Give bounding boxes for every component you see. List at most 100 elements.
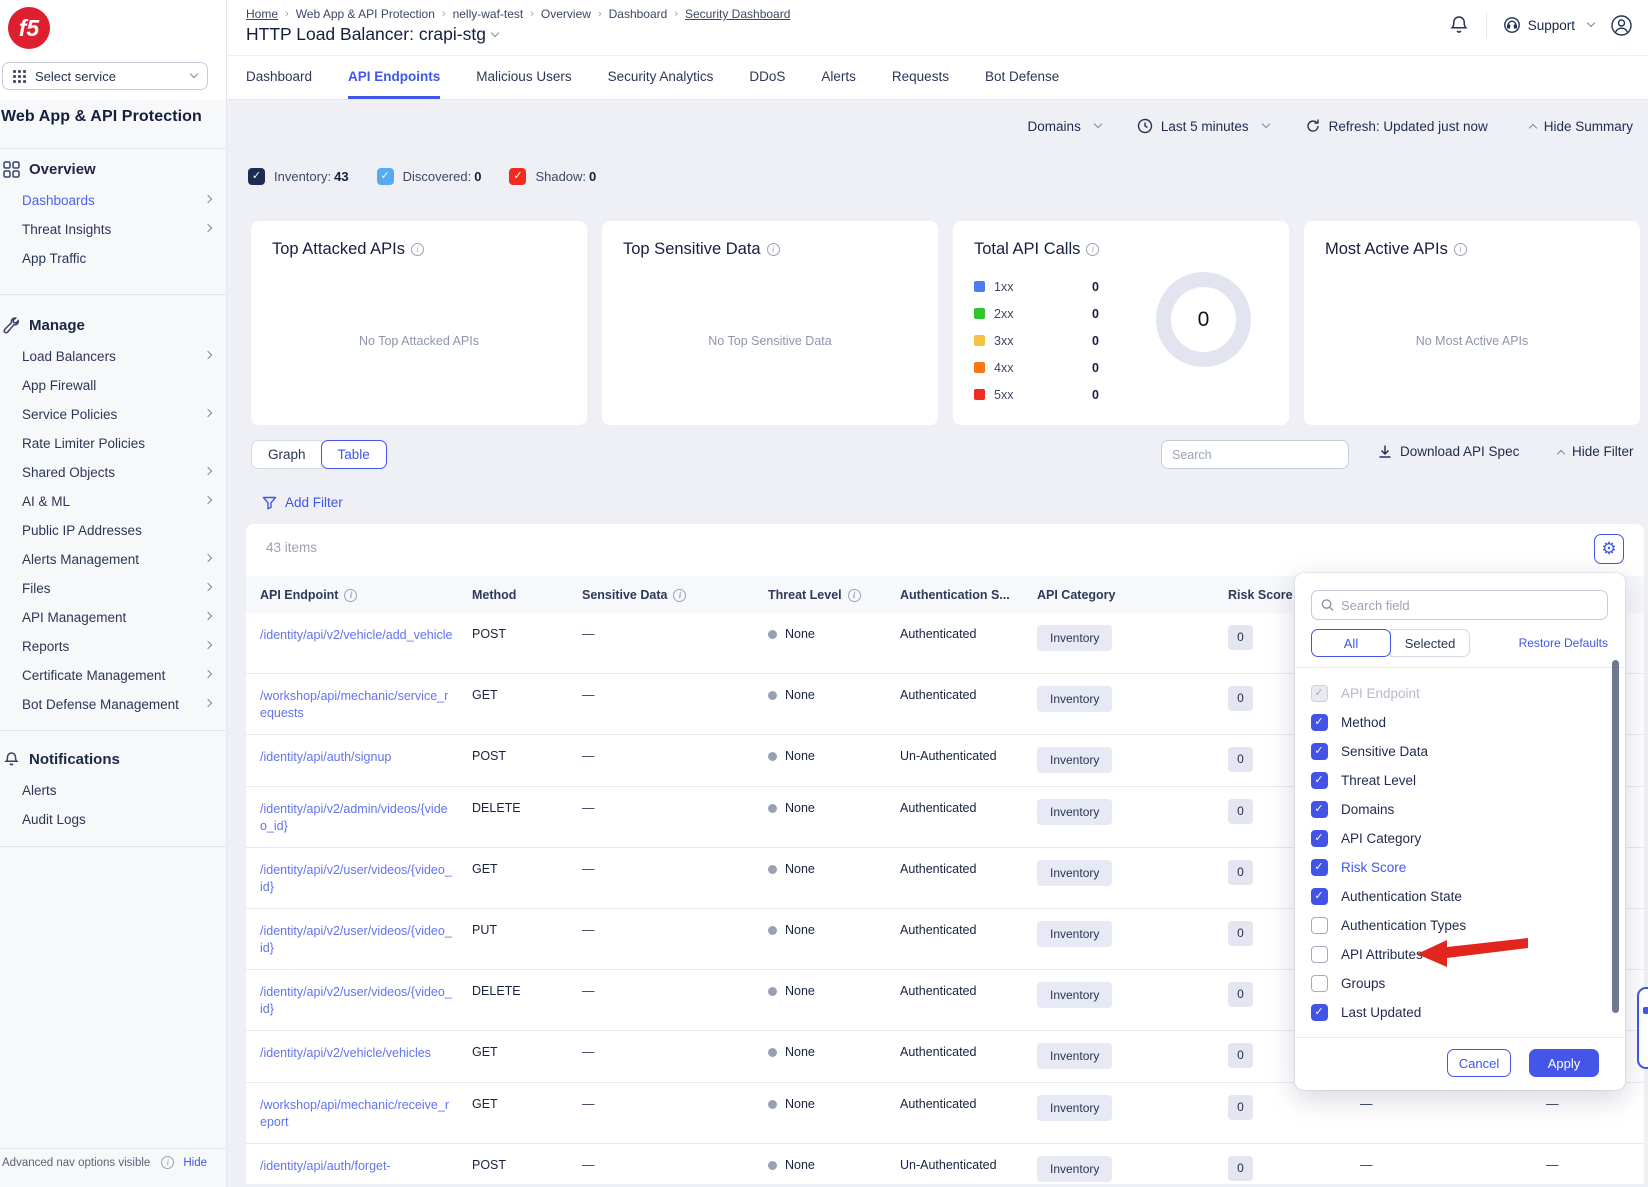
sidebar-item-files[interactable]: Files bbox=[0, 574, 227, 603]
checkbox-icon[interactable] bbox=[1311, 1004, 1328, 1021]
sidebar-item-reports[interactable]: Reports bbox=[0, 632, 227, 661]
field-search[interactable] bbox=[1311, 590, 1608, 620]
info-icon[interactable] bbox=[673, 589, 686, 602]
checkbox-icon[interactable] bbox=[1311, 859, 1328, 876]
endpoint-link[interactable]: /workshop/api/mechanic/receive_report bbox=[260, 1083, 472, 1143]
account-icon[interactable] bbox=[1610, 14, 1633, 37]
checkbox-icon[interactable] bbox=[1311, 743, 1328, 760]
sidebar-item-alerts-management[interactable]: Alerts Management bbox=[0, 545, 227, 574]
sidebar-item-audit-logs[interactable]: Audit Logs bbox=[0, 805, 227, 834]
info-icon[interactable] bbox=[767, 243, 780, 256]
checkbox-icon[interactable] bbox=[1311, 888, 1328, 905]
restore-defaults-link[interactable]: Restore Defaults bbox=[1519, 636, 1608, 650]
field-checkbox-last-updated[interactable]: Last Updated bbox=[1311, 998, 1596, 1027]
table-view-button[interactable]: Table bbox=[321, 440, 387, 469]
info-icon[interactable] bbox=[344, 589, 357, 602]
tab-ddos[interactable]: DDoS bbox=[749, 56, 785, 99]
sidebar-item-dashboards[interactable]: Dashboards bbox=[0, 186, 227, 215]
sidebar-item-alerts[interactable]: Alerts bbox=[0, 776, 227, 805]
hide-summary-toggle[interactable]: Hide Summary bbox=[1524, 119, 1633, 134]
endpoint-search[interactable] bbox=[1161, 440, 1349, 469]
cancel-button[interactable]: Cancel bbox=[1447, 1049, 1511, 1077]
refresh-button[interactable]: Refresh: Updated just now bbox=[1305, 118, 1488, 134]
info-icon[interactable] bbox=[848, 589, 861, 602]
endpoint-link[interactable]: /identity/api/auth/forget- bbox=[260, 1144, 472, 1184]
tab-selected[interactable]: Selected bbox=[1390, 629, 1470, 657]
chevron-down-icon[interactable] bbox=[491, 28, 499, 36]
sidebar-item-service-policies[interactable]: Service Policies bbox=[0, 400, 227, 429]
tab-dashboard[interactable]: Dashboard bbox=[246, 56, 312, 99]
domains-dropdown[interactable]: Domains bbox=[1028, 119, 1101, 134]
graph-view-button[interactable]: Graph bbox=[251, 440, 322, 469]
sidebar-item-shared-objects[interactable]: Shared Objects bbox=[0, 458, 227, 487]
sidebar-item-bot-defense-management[interactable]: Bot Defense Management bbox=[0, 690, 227, 719]
checkbox-icon[interactable] bbox=[1311, 946, 1328, 963]
endpoint-link[interactable]: /identity/api/v2/vehicle/vehicles bbox=[260, 1031, 472, 1082]
endpoint-link[interactable]: /workshop/api/mechanic/service_requests bbox=[260, 674, 472, 734]
sidebar-item-certificate-management[interactable]: Certificate Management bbox=[0, 661, 227, 690]
checkbox-icon[interactable] bbox=[1311, 975, 1328, 992]
breadcrumb-item[interactable]: Overview bbox=[541, 7, 591, 21]
add-filter-button[interactable]: Add Filter bbox=[262, 495, 343, 510]
checkbox-icon[interactable] bbox=[1311, 714, 1328, 731]
checkbox-icon[interactable] bbox=[1311, 917, 1328, 934]
service-selector[interactable]: Select service bbox=[2, 62, 208, 90]
checkbox-icon[interactable] bbox=[1311, 830, 1328, 847]
column-header[interactable]: Sensitive Data bbox=[582, 588, 768, 602]
column-settings-button[interactable]: ⚙ bbox=[1594, 534, 1624, 564]
sidebar-item-rate-limiter-policies[interactable]: Rate Limiter Policies bbox=[0, 429, 227, 458]
endpoint-link[interactable]: /identity/api/auth/signup bbox=[260, 735, 472, 786]
breadcrumb-item[interactable]: Web App & API Protection bbox=[296, 7, 435, 21]
column-header[interactable]: API Category bbox=[1037, 588, 1228, 602]
column-header[interactable]: API Endpoint bbox=[260, 588, 472, 602]
tab-bot-defense[interactable]: Bot Defense bbox=[985, 56, 1059, 99]
type-filter-checkbox[interactable]: ✓ Shadow:0 bbox=[509, 168, 596, 185]
column-header[interactable]: Authentication S... bbox=[900, 588, 1037, 602]
field-search-input[interactable] bbox=[1341, 598, 1598, 613]
support-menu[interactable]: Support bbox=[1503, 16, 1594, 34]
hide-filter-toggle[interactable]: Hide Filter bbox=[1552, 444, 1634, 459]
breadcrumb-item[interactable]: Dashboard bbox=[609, 7, 668, 21]
column-header[interactable]: Threat Level bbox=[768, 588, 900, 602]
endpoint-link[interactable]: /identity/api/v2/user/videos/{video_id} bbox=[260, 909, 472, 969]
field-checkbox-api-category[interactable]: API Category bbox=[1311, 824, 1596, 853]
tab-malicious-users[interactable]: Malicious Users bbox=[476, 56, 571, 99]
field-checkbox-method[interactable]: Method bbox=[1311, 708, 1596, 737]
tab-alerts[interactable]: Alerts bbox=[821, 56, 856, 99]
sidebar-item-ai-ml[interactable]: AI & ML bbox=[0, 487, 227, 516]
checkbox-icon[interactable] bbox=[1311, 685, 1328, 702]
hide-nav-link[interactable]: Hide bbox=[183, 1157, 207, 1169]
search-input[interactable] bbox=[1172, 448, 1338, 462]
tab-api-endpoints[interactable]: API Endpoints bbox=[348, 56, 440, 99]
f5-logo[interactable]: f5 bbox=[8, 7, 50, 49]
info-icon[interactable] bbox=[1086, 243, 1099, 256]
endpoint-link[interactable]: /identity/api/v2/user/videos/{video_id} bbox=[260, 848, 472, 908]
field-checkbox-api-endpoint[interactable]: API Endpoint bbox=[1311, 679, 1596, 708]
field-checkbox-threat-level[interactable]: Threat Level bbox=[1311, 766, 1596, 795]
info-icon[interactable] bbox=[411, 243, 424, 256]
breadcrumb-item[interactable]: Security Dashboard bbox=[685, 7, 790, 21]
checkbox-icon[interactable] bbox=[1311, 772, 1328, 789]
apply-button[interactable]: Apply bbox=[1529, 1049, 1599, 1077]
sidebar-item-public-ip-addresses[interactable]: Public IP Addresses bbox=[0, 516, 227, 545]
tab-requests[interactable]: Requests bbox=[892, 56, 949, 99]
notifications-bell-icon[interactable] bbox=[1448, 14, 1470, 36]
field-checkbox-sensitive-data[interactable]: Sensitive Data bbox=[1311, 737, 1596, 766]
time-range-dropdown[interactable]: Last 5 minutes bbox=[1137, 118, 1269, 134]
panel-scrollbar[interactable] bbox=[1612, 660, 1619, 1013]
breadcrumb-item[interactable]: Home bbox=[246, 7, 278, 21]
type-filter-checkbox[interactable]: ✓ Inventory:43 bbox=[248, 168, 349, 185]
field-checkbox-domains[interactable]: Domains bbox=[1311, 795, 1596, 824]
endpoint-link[interactable]: /identity/api/v2/vehicle/add_vehicle bbox=[260, 613, 472, 673]
edge-widget[interactable] bbox=[1637, 987, 1648, 1069]
tab-all[interactable]: All bbox=[1311, 629, 1391, 657]
endpoint-link[interactable]: /identity/api/v2/user/videos/{video_id} bbox=[260, 970, 472, 1030]
sidebar-item-load-balancers[interactable]: Load Balancers bbox=[0, 342, 227, 371]
breadcrumb-item[interactable]: nelly-waf-test bbox=[453, 7, 524, 21]
endpoint-link[interactable]: /identity/api/v2/admin/videos/{video_id} bbox=[260, 787, 472, 847]
checkbox-icon[interactable] bbox=[1311, 801, 1328, 818]
sidebar-item-api-management[interactable]: API Management bbox=[0, 603, 227, 632]
sidebar-item-app-traffic[interactable]: App Traffic bbox=[0, 244, 227, 273]
type-filter-checkbox[interactable]: ✓ Discovered:0 bbox=[377, 168, 482, 185]
info-icon[interactable] bbox=[1454, 243, 1467, 256]
